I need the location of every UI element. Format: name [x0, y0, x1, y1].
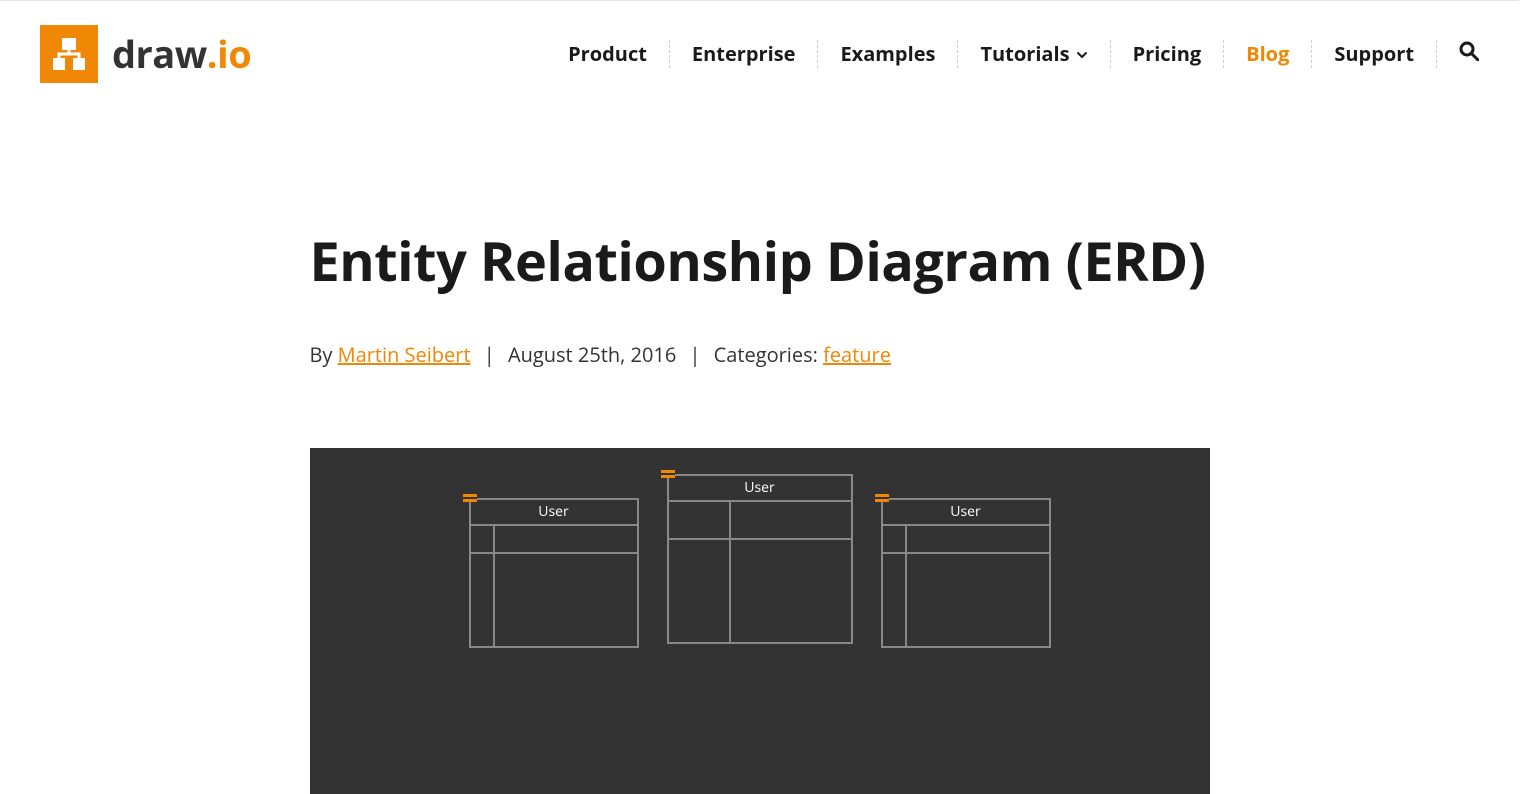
- page-scroll[interactable]: draw.io Product Enterprise Examples Tuto…: [0, 0, 1519, 794]
- table-title: User: [538, 502, 568, 521]
- site-header: draw.io Product Enterprise Examples Tuto…: [0, 1, 1519, 107]
- categories-label: Categories:: [714, 341, 823, 368]
- article-main: Entity Relationship Diagram (ERD) By Mar…: [310, 227, 1210, 794]
- nav-label: Examples: [840, 40, 935, 68]
- author-link[interactable]: Martin Seibert: [338, 341, 471, 368]
- logo-text: draw.io: [112, 28, 251, 80]
- logo[interactable]: draw.io: [40, 25, 251, 83]
- logo-text-left: draw: [112, 28, 207, 80]
- nav-label: Support: [1334, 40, 1414, 68]
- by-label: By: [310, 341, 338, 368]
- chevron-down-icon: [1076, 40, 1088, 68]
- nav-support[interactable]: Support: [1312, 40, 1437, 68]
- article-meta: By Martin Seibert | August 25th, 2016 | …: [310, 341, 1210, 368]
- nav-label: Pricing: [1133, 40, 1202, 68]
- table-title: User: [950, 502, 980, 521]
- category-link[interactable]: feature: [823, 341, 891, 368]
- meta-separator: |: [484, 341, 495, 368]
- article-hero-image: User User User: [310, 448, 1210, 794]
- logo-mark-icon: [40, 25, 98, 83]
- logo-text-right: .io: [207, 28, 251, 80]
- nav-search[interactable]: [1437, 40, 1479, 68]
- article-title: Entity Relationship Diagram (ERD): [310, 227, 1210, 295]
- nav-pricing[interactable]: Pricing: [1111, 40, 1225, 68]
- nav-label: Tutorials: [980, 40, 1069, 68]
- nav-enterprise[interactable]: Enterprise: [670, 40, 819, 68]
- table-title: User: [744, 478, 774, 497]
- erd-table: User: [881, 498, 1051, 648]
- erd-table: User: [469, 498, 639, 648]
- main-nav: Product Enterprise Examples Tutorials Pr…: [546, 40, 1479, 68]
- table-icon: [661, 468, 675, 478]
- article-date: August 25th, 2016: [508, 341, 676, 368]
- nav-examples[interactable]: Examples: [818, 40, 958, 68]
- nav-label: Enterprise: [692, 40, 796, 68]
- meta-separator: |: [689, 341, 700, 368]
- nav-blog[interactable]: Blog: [1224, 40, 1312, 68]
- erd-tables: User User User: [310, 498, 1210, 648]
- nav-label: Blog: [1246, 40, 1289, 68]
- nav-product[interactable]: Product: [546, 40, 670, 68]
- table-icon: [463, 492, 477, 502]
- search-icon: [1459, 40, 1479, 68]
- table-icon: [875, 492, 889, 502]
- nav-label: Product: [568, 40, 647, 68]
- erd-table: User: [667, 474, 853, 644]
- nav-tutorials[interactable]: Tutorials: [958, 40, 1110, 68]
